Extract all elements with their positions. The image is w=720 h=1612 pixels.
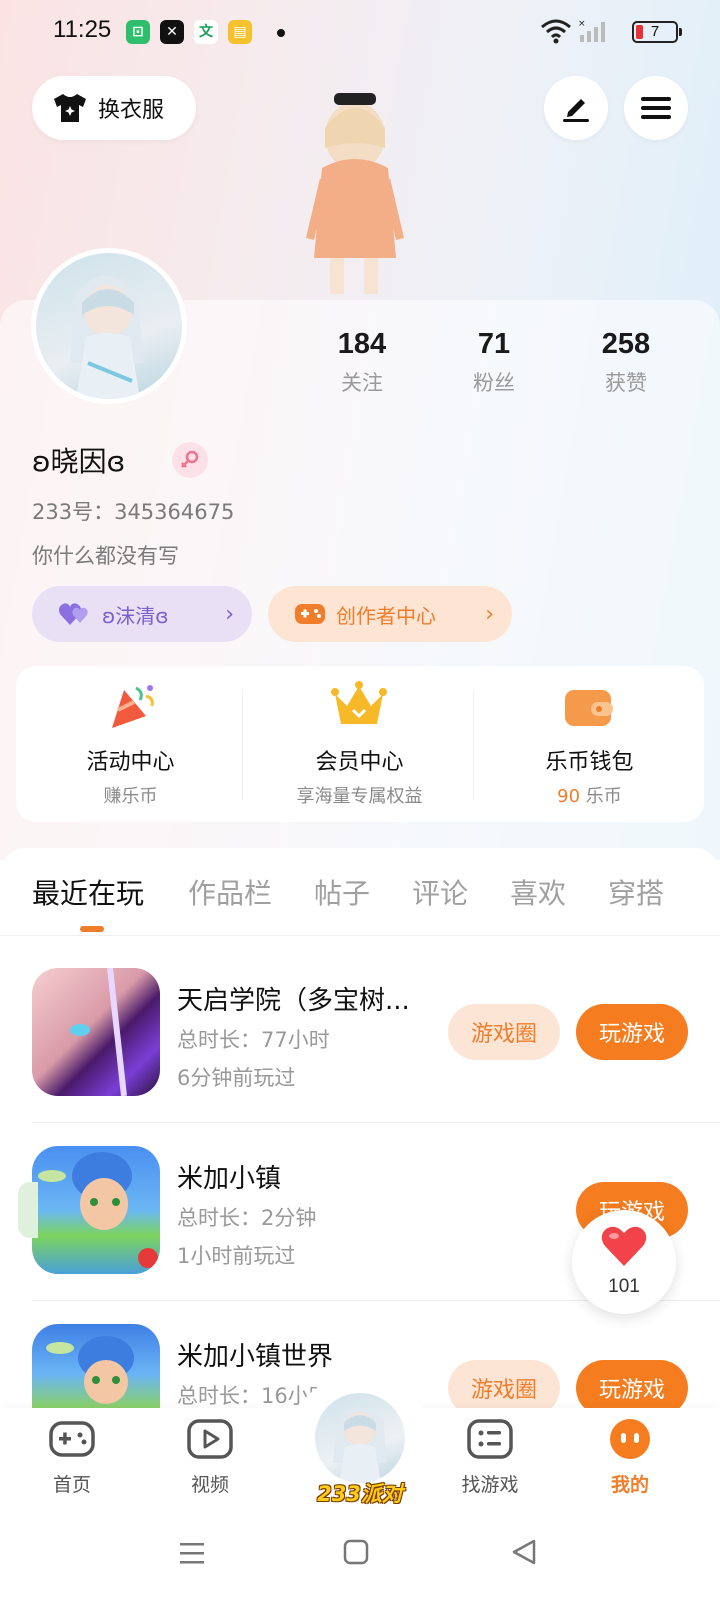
game-name: 米加小镇	[177, 1164, 282, 1194]
game-name: 天启学院（多宝树...	[177, 986, 410, 1016]
signal-icon: ×	[578, 19, 605, 42]
membership-center-link[interactable]: 会员中心 享海量专属权益	[245, 666, 474, 822]
row-divider	[32, 1122, 720, 1123]
translate-icon: 文	[194, 20, 218, 44]
reader-icon: ▤	[228, 20, 252, 44]
double-heart-icon	[59, 603, 88, 625]
wallet-icon	[565, 690, 613, 726]
profile-face-icon	[610, 1419, 650, 1459]
nav-video[interactable]: 视频	[160, 1418, 260, 1497]
tab-likes[interactable]: 喜欢	[510, 872, 566, 912]
stat-following[interactable]: 184 关注	[302, 328, 422, 397]
quick-links-card: 活动中心 赚乐币 会员中心 享海量专属权益 乐币钱包 90 乐币	[16, 666, 704, 822]
edit-icon	[563, 99, 589, 122]
wifi-icon	[541, 19, 571, 44]
profile-avatar[interactable]	[31, 248, 187, 404]
video-icon	[187, 1419, 233, 1459]
user-id[interactable]: 233号：345364675	[32, 496, 234, 526]
edit-profile-button[interactable]	[544, 76, 608, 140]
stat-likes[interactable]: 258 获赞	[566, 328, 686, 397]
tab-works[interactable]: 作品栏	[188, 872, 272, 912]
best-friend-pill[interactable]: ʚ沫清ɞ ›	[32, 586, 252, 642]
best-friend-name: ʚ沫清ɞ	[102, 603, 169, 628]
recent-apps-icon[interactable]	[178, 1540, 206, 1566]
tab-recently-played[interactable]: 最近在玩	[32, 872, 144, 912]
game-name: 米加小镇世界	[177, 1342, 334, 1372]
tshirt-icon	[54, 94, 86, 122]
status-bar: 11:25 ⊡ ✕ 文 ▤ × 7	[0, 0, 720, 66]
female-gender-icon	[172, 442, 208, 478]
stat-followers[interactable]: 71 粉丝	[434, 328, 554, 397]
chevron-right-icon: ›	[225, 601, 234, 627]
svg-text:×: ×	[578, 19, 586, 29]
avatar-character-figure	[306, 93, 404, 294]
game-duration: 总时长：77小时	[177, 1028, 330, 1052]
heart-icon	[601, 1226, 647, 1266]
menu-button[interactable]	[624, 76, 688, 140]
change-outfit-label: 换衣服	[98, 98, 165, 123]
status-time: 11:25	[53, 16, 112, 43]
username: ʚ晓因ɞ	[32, 445, 126, 478]
tab-comments[interactable]: 评论	[412, 872, 468, 912]
nav-party[interactable]: 233派对	[302, 1478, 418, 1508]
game-last-played: 1小时前玩过	[177, 1244, 296, 1268]
creator-center-pill[interactable]: 创作者中心 ›	[268, 586, 512, 642]
active-tab-indicator	[80, 926, 104, 932]
game-duration: 总时长：2分钟	[177, 1206, 317, 1230]
home-icon[interactable]	[342, 1538, 370, 1566]
tab-outfits[interactable]: 穿搭	[608, 872, 664, 912]
gamepad-icon	[49, 1421, 95, 1457]
game-last-played: 6分钟前玩过	[177, 1066, 296, 1090]
gamepad-icon	[295, 604, 325, 624]
like-count: 101	[608, 1276, 640, 1297]
user-bio[interactable]: 你什么都没有写	[32, 540, 179, 570]
activity-center-link[interactable]: 活动中心 赚乐币	[16, 666, 245, 822]
back-icon[interactable]	[510, 1538, 538, 1566]
nav-me[interactable]: 我的	[580, 1418, 680, 1497]
game-icon[interactable]	[32, 1146, 160, 1274]
party-popper-icon	[112, 685, 154, 728]
nav-find-game[interactable]: 找游戏	[440, 1418, 540, 1497]
nav-home[interactable]: 首页	[22, 1418, 122, 1497]
battery-indicator: 7	[632, 21, 682, 43]
notification-dot	[277, 29, 285, 37]
list-item[interactable]: 天启学院（多宝树... 总时长：77小时 6分钟前玩过 游戏圈 玩游戏	[0, 968, 720, 1144]
game-icon[interactable]	[32, 1324, 160, 1408]
party-avatar[interactable]	[312, 1390, 408, 1486]
floating-side-tab[interactable]	[18, 1182, 38, 1238]
creator-center-label: 创作者中心	[336, 603, 436, 628]
system-navigation-bar	[0, 1520, 720, 1612]
change-outfit-button[interactable]: 换衣服	[32, 76, 196, 140]
like-floating-button[interactable]: 101	[572, 1210, 676, 1314]
list-icon	[467, 1419, 513, 1459]
game-circle-button[interactable]: 游戏圈	[448, 1004, 560, 1060]
menu-icon	[641, 97, 671, 119]
tab-posts[interactable]: 帖子	[314, 872, 370, 912]
avatar-illustration	[70, 275, 144, 399]
chevron-right-icon: ›	[485, 601, 494, 627]
game-icon[interactable]	[32, 968, 160, 1096]
capcut-icon: ✕	[160, 20, 184, 44]
crown-icon	[331, 681, 387, 724]
profile-tabs: 最近在玩 作品栏 帖子 评论 喜欢 穿搭	[0, 848, 720, 936]
play-game-button[interactable]: 玩游戏	[576, 1004, 688, 1060]
battery-saver-icon: ⊡	[126, 20, 150, 44]
coin-wallet-link[interactable]: 乐币钱包 90 乐币	[475, 666, 704, 822]
